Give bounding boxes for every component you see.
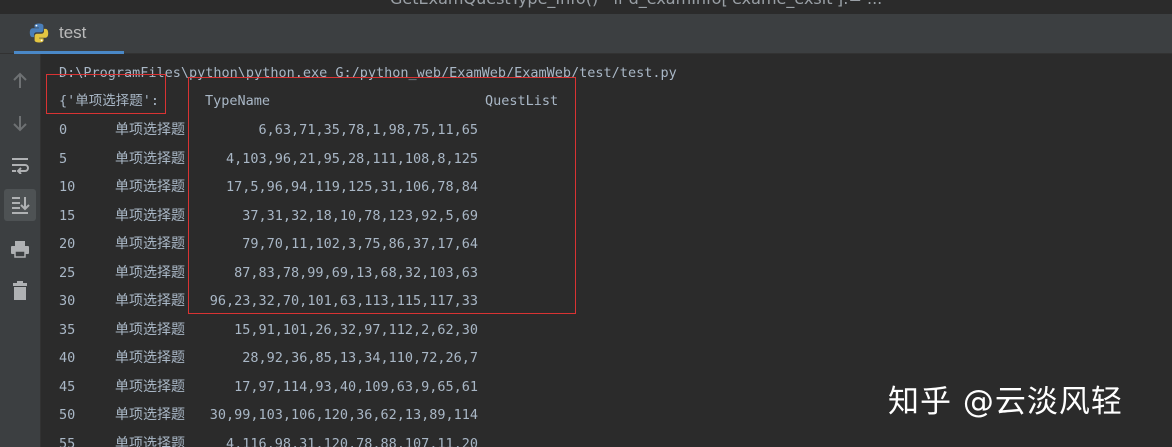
row-quest-list: 87,83,78,99,69,13,68,32,103,63 xyxy=(234,265,478,281)
editor-top-strip: GetExamQuestType_Info() · if d_examInfo[… xyxy=(0,0,1172,14)
row-type-name: 单项选择题 xyxy=(115,236,185,252)
row-quest-list: 4,116,98,31,120,78,88,107,11,20 xyxy=(226,436,478,447)
row-index: 50 xyxy=(59,407,76,423)
row-type-name: 单项选择题 xyxy=(115,436,185,447)
editor-code-fragment: GetExamQuestType_Info() · if d_examInfo[… xyxy=(390,0,882,8)
row-type-name: 单项选择题 xyxy=(115,322,185,338)
tab-test[interactable]: test xyxy=(14,14,124,54)
row-index: 20 xyxy=(59,236,76,252)
row-quest-list: 28,92,36,85,13,34,110,72,26,7 xyxy=(242,350,478,366)
row-type-name: 单项选择题 xyxy=(115,265,185,281)
row-quest-list: 79,70,11,102,3,75,86,37,17,64 xyxy=(242,236,478,252)
run-tab-bar: test xyxy=(0,14,1172,54)
row-quest-list: 37,31,32,18,10,78,123,92,5,69 xyxy=(242,208,478,224)
row-type-name: 单项选择题 xyxy=(115,122,185,138)
row-type-name: 单项选择题 xyxy=(115,350,185,366)
down-arrow-icon[interactable] xyxy=(4,107,36,139)
dict-key: {'单项选择题': xyxy=(59,93,160,109)
row-quest-list: 6,63,71,35,78,1,98,75,11,65 xyxy=(258,122,478,138)
row-index: 5 xyxy=(59,151,68,167)
row-index: 0 xyxy=(59,122,68,138)
row-quest-list: 17,5,96,94,119,125,31,106,78,84 xyxy=(226,179,478,195)
print-icon[interactable] xyxy=(4,233,36,265)
python-icon xyxy=(29,23,49,42)
row-type-name: 单项选择题 xyxy=(115,379,185,395)
row-quest-list: 96,23,32,70,101,63,113,115,117,33 xyxy=(209,293,478,309)
trash-icon[interactable] xyxy=(4,275,36,307)
watermark: 知乎 @云淡风轻 xyxy=(888,384,1123,420)
row-index: 45 xyxy=(59,379,76,395)
row-index: 25 xyxy=(59,265,76,281)
soft-wrap-icon[interactable] xyxy=(4,149,36,181)
row-index: 15 xyxy=(59,208,76,224)
run-toolbar xyxy=(0,54,41,447)
row-index: 35 xyxy=(59,322,76,338)
row-index: 55 xyxy=(59,436,76,447)
scroll-to-end-icon[interactable] xyxy=(4,189,36,221)
row-quest-list: 17,97,114,93,40,109,63,9,65,61 xyxy=(234,379,478,395)
command-line: D:\ProgramFiles\python\python.exe G:/pyt… xyxy=(59,65,677,81)
up-arrow-icon[interactable] xyxy=(4,65,36,97)
row-quest-list: 4,103,96,21,95,28,111,108,8,125 xyxy=(226,151,478,167)
header-typename: TypeName xyxy=(205,93,271,109)
tab-label: test xyxy=(59,22,87,42)
row-type-name: 单项选择题 xyxy=(115,151,185,167)
row-index: 30 xyxy=(59,293,76,309)
row-quest-list: 30,99,103,106,120,36,62,13,89,114 xyxy=(209,407,478,423)
row-index: 10 xyxy=(59,179,76,195)
row-type-name: 单项选择题 xyxy=(115,293,185,309)
row-index: 40 xyxy=(59,350,76,366)
row-type-name: 单项选择题 xyxy=(115,407,185,423)
row-type-name: 单项选择题 xyxy=(115,179,185,195)
header-questlist: QuestList xyxy=(485,93,559,109)
row-quest-list: 15,91,101,26,32,97,112,2,62,30 xyxy=(234,322,478,338)
row-type-name: 单项选择题 xyxy=(115,208,185,224)
